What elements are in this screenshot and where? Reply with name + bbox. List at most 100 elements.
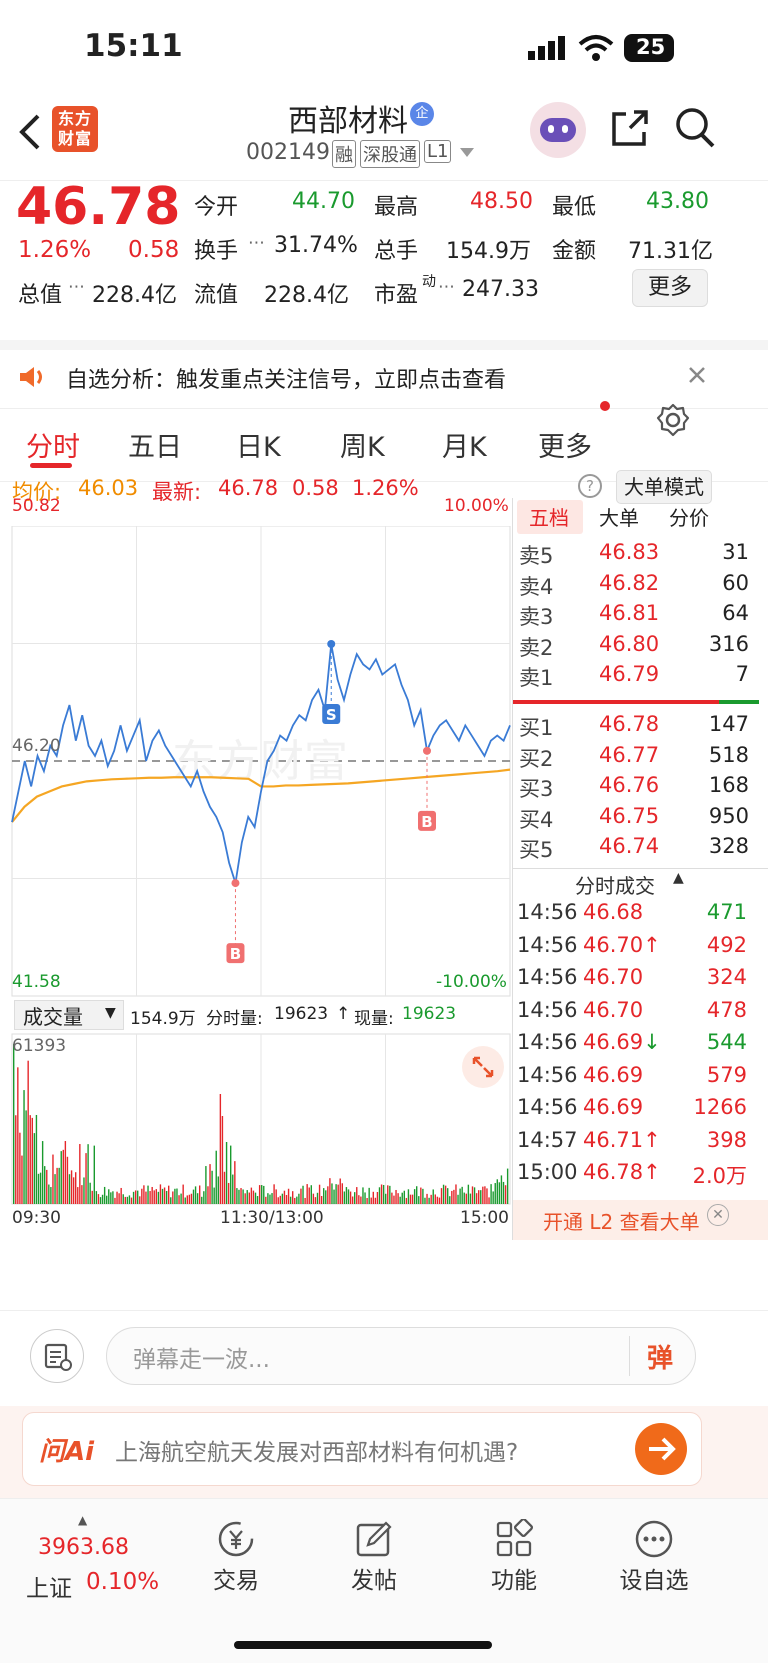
volume-bar (190, 1193, 193, 1204)
volume-bar (62, 1149, 64, 1204)
volume-bar (143, 1185, 145, 1204)
volume-bar (467, 1184, 470, 1204)
price-chart[interactable]: 东方财富 S B B (0, 526, 512, 1306)
bid-label: 买5 (519, 838, 554, 862)
bid-row[interactable]: 买4 46.75 950 (519, 804, 749, 836)
tab-five-day[interactable]: 五日 (128, 425, 182, 464)
tab-large-orders[interactable]: 大单 (599, 502, 639, 531)
ask-label: 卖2 (519, 635, 554, 660)
bottom-nav: ▲ 3963.68 上证 0.10% 交易 发帖 功能 设自选 (0, 1498, 768, 1663)
danmu-list-icon[interactable] (30, 1329, 84, 1383)
more-dots-icon[interactable]: ⋯ (438, 277, 455, 297)
change-amount: 0.58 (128, 237, 180, 263)
volume-bar (201, 1196, 203, 1204)
prev-close-label: 46.20 (12, 736, 61, 756)
bid-row[interactable]: 买3 46.76 168 (519, 773, 749, 805)
bid-row[interactable]: 买2 46.77 518 (519, 743, 749, 775)
volume-bar (209, 1164, 211, 1204)
volume-bar (58, 1167, 60, 1204)
index-quote[interactable]: ▲ 3963.68 上证 0.10% (20, 1513, 180, 1613)
robot-assistant-icon[interactable] (530, 102, 586, 158)
arrow-right-icon[interactable] (635, 1423, 687, 1475)
intraday-chart-area: 东方财富 S B B 50.82 10.00% 46.20 41.58 -10.00%… (0, 496, 768, 1306)
ask-price: 46.83 (599, 540, 660, 564)
bid-row[interactable]: 买5 46.74 328 (519, 834, 749, 866)
volume-bar (416, 1186, 418, 1204)
ask-row[interactable]: 卖2 46.80 316 (519, 632, 749, 664)
bid-label: 买2 (519, 746, 554, 771)
tab-daily-k[interactable]: 日K (236, 425, 281, 464)
trade-price: 46.69 (583, 1062, 644, 1087)
ask-row[interactable]: 卖1 46.79 7 (519, 662, 749, 694)
volume-bar (29, 1115, 31, 1204)
volume-bar (221, 1116, 224, 1204)
back-icon[interactable] (18, 112, 42, 152)
volume-bar (327, 1186, 329, 1204)
gear-icon[interactable] (656, 403, 690, 437)
tab-more[interactable]: 更多 (538, 425, 592, 464)
ask-row[interactable]: 卖3 46.81 64 (519, 601, 749, 633)
volume-bar (97, 1194, 100, 1204)
search-icon[interactable] (674, 106, 716, 150)
close-icon[interactable]: ✕ (707, 1204, 729, 1226)
bid-volume: 518 (708, 742, 749, 767)
danmu-input[interactable]: 弹幕走一波... 弹 (106, 1327, 696, 1385)
caret-up-icon[interactable]: ▲ (673, 870, 684, 886)
volume-value: 154.9万 (446, 239, 531, 264)
trade-volume: 579 (706, 1062, 747, 1087)
volume-bar (281, 1193, 284, 1204)
app-logo[interactable]: 东方财富 (52, 106, 98, 152)
volume-bar (265, 1196, 267, 1204)
float-label: 流值 (194, 283, 239, 308)
volume-bar (271, 1193, 273, 1204)
volume-bar (395, 1189, 397, 1204)
tab-intraday[interactable]: 分时 (26, 425, 80, 464)
volume-bar (35, 1114, 38, 1204)
danmu-toggle-button[interactable]: 弹 (647, 1338, 673, 1375)
volume-bar (70, 1170, 73, 1204)
avg-value: 46.03 (78, 476, 139, 500)
volume-bar (323, 1188, 325, 1204)
ask-row[interactable]: 卖5 46.83 31 (519, 540, 749, 572)
more-dots-icon[interactable]: ⋯ (248, 233, 265, 253)
notice-bar[interactable]: 自选分析：触发重点关注信号，立即点击查看 (0, 340, 768, 408)
trades-header[interactable]: 分时成交 (575, 870, 655, 899)
quote-panel: 46.78 1.26% 0.58 今开 44.70 最高 48.50 最低 43… (0, 177, 768, 340)
tab-five-levels[interactable]: 五档 (529, 502, 569, 531)
tab-monthly-k[interactable]: 月K (442, 425, 487, 464)
chevron-down-icon[interactable] (460, 148, 474, 158)
volume-bar (137, 1190, 139, 1204)
notice-text[interactable]: 自选分析：触发重点关注信号，立即点击查看 (66, 362, 506, 394)
volume-bar (333, 1189, 335, 1204)
volume-bar (64, 1141, 67, 1204)
volume-bar (77, 1187, 79, 1204)
cur-vol-label: 现量: (354, 1009, 394, 1029)
ai-question-card[interactable]: 问Ai 上海航空航天发展对西部材料有何机遇? (22, 1412, 702, 1486)
share-icon[interactable] (610, 108, 650, 148)
volume-bar (103, 1186, 106, 1204)
ask-row[interactable]: 卖4 46.82 60 (519, 571, 749, 603)
indicator-select[interactable]: 成交量 ▼ (14, 1000, 124, 1030)
more-dots-icon[interactable]: ⋯ (68, 277, 85, 297)
volume-bar (500, 1175, 503, 1204)
bid-volume: 950 (708, 803, 749, 828)
volume-bar (372, 1191, 374, 1204)
volume-bar (310, 1185, 312, 1204)
volume-bar (66, 1156, 69, 1204)
volume-bar (196, 1193, 199, 1204)
volume-bar (44, 1166, 46, 1204)
help-icon[interactable]: ? (578, 474, 602, 498)
tab-weekly-k[interactable]: 周K (340, 425, 385, 464)
expand-icon[interactable] (462, 1046, 504, 1088)
volume-bar (15, 1115, 17, 1204)
ask-label: 卖3 (519, 605, 554, 629)
volume-bar (480, 1190, 482, 1204)
more-button[interactable]: 更多 (632, 269, 708, 307)
volume-bar (93, 1145, 95, 1204)
tab-price-distribution[interactable]: 分价 (669, 502, 709, 531)
close-icon[interactable] (688, 366, 706, 384)
volume-bar (341, 1183, 343, 1204)
l2-promo-bar[interactable]: 开通 L2 查看大单 ✕ (513, 1200, 768, 1240)
bid-row[interactable]: 买1 46.78 147 (519, 712, 749, 744)
volume-bar (413, 1189, 416, 1204)
